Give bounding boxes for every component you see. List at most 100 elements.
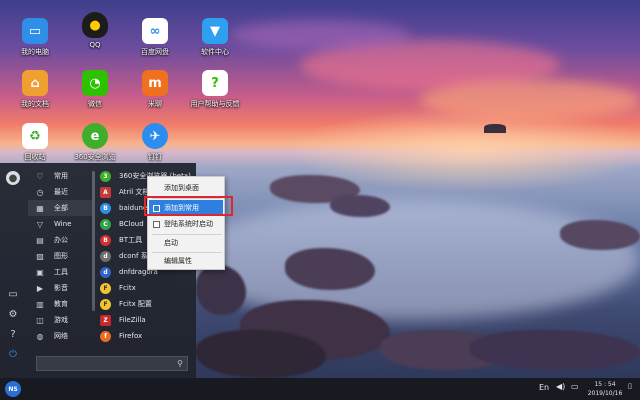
video-icon: ▶	[36, 283, 44, 293]
software-center-bag-icon: ▼	[202, 18, 228, 44]
clock-date: 2019/10/16	[587, 390, 623, 397]
gamepad-icon: ◫	[36, 315, 44, 325]
help-feedback-icon: ?	[202, 70, 228, 96]
taskbar: NS En ◀) ▭ 15 : 54 2019/10/16 ▯	[0, 378, 640, 400]
desktop-icon-miliao[interactable]: m 米聊	[125, 70, 185, 109]
heart-icon: ♡	[36, 171, 44, 181]
office-icon: ▤	[36, 235, 44, 245]
category-label: 影音	[54, 284, 68, 292]
ctx-edit-properties[interactable]: 编辑属性	[149, 253, 223, 269]
desktop-icon-baidu-netdisk[interactable]: ∞ 百度网盘	[125, 18, 185, 57]
globe-icon: ◍	[36, 331, 44, 341]
toolbox-icon: ▣	[36, 267, 44, 277]
category-recent[interactable]: ◷ 最近	[28, 184, 92, 200]
filezilla-icon: Z	[100, 314, 111, 326]
dconf-icon: d	[100, 250, 111, 262]
ctx-launch-at-login[interactable]: 登陆系统时启动	[149, 216, 223, 232]
ctx-label: 登陆系统时启动	[164, 220, 213, 228]
category-media[interactable]: ▶ 影音	[28, 280, 92, 296]
system-clock[interactable]: 15 : 54 2019/10/16	[582, 380, 628, 398]
category-label: 最近	[54, 188, 68, 196]
category-wine[interactable]: ▽ Wine	[28, 216, 92, 232]
category-games[interactable]: ◫ 游戏	[28, 312, 92, 328]
360-browser-icon: e	[82, 123, 108, 149]
desktop-icon-wechat[interactable]: ◔ 微信	[65, 70, 125, 109]
shore-rock	[560, 220, 640, 250]
ctx-launch[interactable]: 启动	[149, 235, 223, 251]
checkbox-icon[interactable]	[153, 220, 160, 228]
category-label: 网络	[54, 332, 68, 340]
desktop-icon-my-documents[interactable]: ⌂ 我的文档	[5, 70, 65, 109]
shore-rock	[330, 195, 390, 217]
dnfdragora-icon: d	[100, 266, 111, 278]
desktop-icon-label: 我的文档	[21, 100, 49, 108]
desktop-icon-recycle-bin[interactable]: ♻ 回收站	[5, 123, 65, 162]
desktop-icon-label: 米聊	[148, 100, 162, 108]
settings-gear-icon[interactable]: ⚙	[6, 307, 20, 321]
app-item[interactable]: f Firefox	[96, 328, 194, 344]
fcitx-config-icon: F	[100, 298, 111, 310]
desktop-icon-my-computer[interactable]: ▭ 我的电脑	[5, 18, 65, 57]
desktop-icon-help-feedback[interactable]: ? 用户帮助与反馈	[185, 70, 245, 109]
start-menu-search-input[interactable]: ⚲	[36, 356, 188, 371]
notification-icon[interactable]: ▭	[571, 382, 579, 391]
app-label: Fcitx	[119, 284, 136, 292]
desktop-icon-label: 回收站	[24, 153, 46, 161]
category-all[interactable]: ▦ 全部	[28, 200, 92, 216]
category-education[interactable]: ▥ 教育	[28, 296, 92, 312]
shore-rock	[470, 330, 640, 370]
qq-penguin-icon: ●	[82, 12, 108, 38]
category-tools[interactable]: ▣ 工具	[28, 264, 92, 280]
app-label: BT工具	[119, 236, 143, 244]
category-label: 办公	[54, 236, 68, 244]
category-favorites[interactable]: ♡ 常用	[28, 168, 92, 184]
desktop-icon-label: 软件中心	[201, 48, 229, 56]
dingtalk-icon: ✈	[142, 123, 168, 149]
wine-glass-icon: ▽	[36, 219, 44, 229]
grid-icon: ▦	[36, 203, 44, 213]
firefox-icon: f	[100, 330, 111, 342]
miliao-icon: m	[142, 70, 168, 96]
search-icon: ⚲	[177, 359, 183, 368]
app-label: BCloud	[119, 220, 144, 228]
desktop-icon-label: 用户帮助与反馈	[190, 100, 240, 108]
ctx-add-to-desktop[interactable]: 添加到桌面	[149, 180, 223, 196]
image-icon: ▨	[36, 251, 44, 261]
start-button[interactable]: NS	[5, 381, 21, 397]
desktop-icon-qq[interactable]: ● QQ	[65, 12, 125, 49]
app-label: Firefox	[119, 332, 143, 340]
show-desktop-icon[interactable]: ▯	[628, 382, 632, 390]
sunset-cloud	[420, 80, 640, 120]
recycle-bin-icon: ♻	[22, 123, 48, 149]
bt-tool-icon: B	[100, 234, 111, 246]
app-item[interactable]: F Fcitx	[96, 280, 194, 296]
desktop-icon-label: 360安全浏览	[74, 153, 116, 161]
category-graphics[interactable]: ▨ 图形	[28, 248, 92, 264]
app-context-menu: 添加到桌面 添加到常用 登陆系统时启动 启动 编辑属性	[147, 176, 225, 270]
start-menu-left-strip: ● ▭ ⚙ ? ⏻	[0, 163, 26, 378]
app-list-scrollbar[interactable]	[92, 171, 95, 311]
category-office[interactable]: ▤ 办公	[28, 232, 92, 248]
app-item[interactable]: F Fcitx 配置	[96, 296, 194, 312]
desktop-icon-software-center[interactable]: ▼ 软件中心	[185, 18, 245, 57]
baidu-netdisk-icon: B	[100, 202, 111, 214]
education-icon: ▥	[36, 299, 44, 309]
category-network[interactable]: ◍ 网络	[28, 328, 92, 344]
help-icon[interactable]: ?	[6, 327, 20, 341]
app-item[interactable]: Z FileZilla	[96, 312, 194, 328]
category-label: Wine	[54, 220, 72, 228]
ctx-label: 添加到桌面	[164, 184, 199, 192]
input-language-indicator[interactable]: En	[539, 383, 549, 392]
desktop-icon-360-browser[interactable]: e 360安全浏览	[65, 123, 125, 162]
fcitx-icon: F	[100, 282, 111, 294]
ctx-label: 编辑属性	[164, 257, 192, 265]
computer-icon[interactable]: ▭	[6, 287, 20, 301]
desktop-icon-dingtalk[interactable]: ✈ 钉钉	[125, 123, 185, 162]
folder-icon: ⌂	[22, 70, 48, 96]
clock-time: 15 : 54	[594, 381, 616, 388]
category-label: 图形	[54, 252, 68, 260]
user-avatar-icon[interactable]: ●	[6, 171, 20, 185]
desktop-icon-label: 百度网盘	[141, 48, 169, 56]
volume-icon[interactable]: ◀)	[556, 382, 565, 391]
power-icon[interactable]: ⏻	[6, 347, 20, 361]
